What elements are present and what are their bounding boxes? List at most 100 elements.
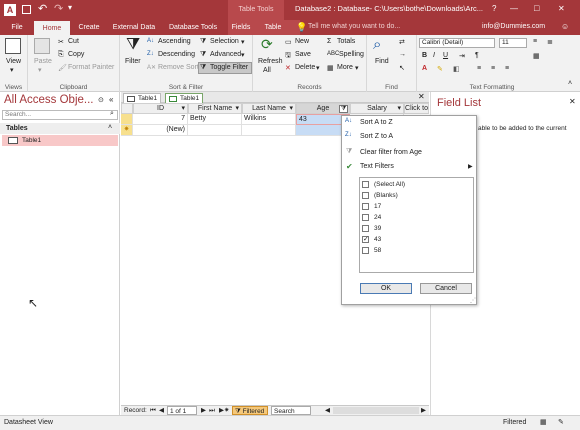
last-record-icon[interactable]: ⏭	[209, 406, 215, 415]
fill-icon[interactable]: ◧	[453, 65, 460, 73]
hscroll-right-icon[interactable]: ▶	[421, 406, 426, 415]
datasheet-view-icon[interactable]: ▦	[540, 416, 547, 430]
filter-checkbox[interactable]	[362, 214, 369, 221]
nav-collapse-icon[interactable]: «	[109, 95, 113, 104]
filter-checkbox[interactable]	[362, 192, 369, 199]
refresh-all-label[interactable]: All	[263, 67, 271, 74]
bold-icon[interactable]: B	[422, 52, 427, 59]
tab-database-tools[interactable]: Database Tools	[162, 20, 224, 35]
prev-record-icon[interactable]: ◀	[159, 406, 164, 415]
hscroll-left-icon[interactable]: ◀	[325, 406, 330, 415]
filter-cancel-button[interactable]: Cancel	[420, 283, 472, 294]
view-button[interactable]: View	[6, 58, 21, 65]
nav-section-tables[interactable]: Tables	[0, 123, 120, 134]
align-right-icon[interactable]: ≡	[505, 65, 509, 72]
delete-button[interactable]: Delete	[295, 64, 315, 71]
spelling-button[interactable]: Spelling	[339, 51, 364, 58]
numbering-icon[interactable]: ≣	[547, 38, 553, 46]
minimize-button[interactable]: —	[510, 4, 518, 13]
resize-grip-icon[interactable]: ⋰	[470, 297, 476, 304]
paste-dropdown-icon[interactable]: ▾	[38, 66, 42, 74]
font-size-select[interactable]: 11	[499, 38, 527, 48]
gridlines-icon[interactable]: ▦	[533, 52, 540, 60]
copy-button[interactable]: Copy	[68, 51, 84, 58]
toggle-filter-button[interactable]: Toggle Filter	[210, 64, 248, 71]
close-field-list-icon[interactable]: ✕	[569, 97, 576, 106]
close-doc-icon[interactable]: ✕	[418, 92, 425, 101]
section-collapse-icon[interactable]: ˄	[108, 124, 112, 131]
filter-value-item[interactable]: ✓ 43	[362, 236, 462, 245]
doc-tab-table1-a[interactable]: Table1	[123, 93, 162, 103]
column-header-click-to-add[interactable]: Click to	[404, 103, 429, 114]
ascending-button[interactable]: Ascending	[158, 38, 191, 45]
sort-a-to-z-item[interactable]: Sort A to Z	[360, 119, 393, 126]
cell-new[interactable]: (New)	[133, 125, 188, 136]
indent-icon[interactable]: ⇥	[459, 52, 465, 60]
save-icon[interactable]	[22, 5, 31, 14]
selection-button[interactable]: Selection	[210, 38, 239, 45]
next-record-icon[interactable]: ▶	[201, 406, 206, 415]
delete-dropdown-icon[interactable]: ▾	[316, 64, 320, 72]
filter-value-item[interactable]: 39	[362, 225, 462, 234]
italic-icon[interactable]: I	[433, 52, 435, 59]
sort-dropdown-icon[interactable]: ▾	[289, 104, 293, 114]
tab-file[interactable]: File	[2, 20, 32, 35]
align-left-icon[interactable]: ≡	[477, 65, 481, 72]
filter-checkbox[interactable]	[362, 181, 369, 188]
replace-icon[interactable]: ⇄	[399, 38, 405, 46]
column-header-salary[interactable]: Salary ▾	[350, 103, 404, 114]
sort-dropdown-icon[interactable]: ▾	[181, 104, 185, 114]
bullets-icon[interactable]: ≡	[533, 38, 537, 45]
highlight-icon[interactable]: ✎	[437, 65, 443, 73]
tab-table[interactable]: Table	[258, 20, 288, 35]
doc-tab-table1-b[interactable]: Table1	[165, 93, 204, 103]
rtl-icon[interactable]: ¶	[475, 52, 479, 59]
goto-icon[interactable]: →	[399, 51, 406, 58]
remove-sort-button[interactable]: Remove Sort	[158, 64, 199, 71]
selection-dropdown-icon[interactable]: ▾	[241, 38, 245, 46]
tab-home[interactable]: Home	[34, 21, 70, 35]
format-painter-button[interactable]: Format Painter	[68, 64, 114, 71]
underline-icon[interactable]: U	[443, 52, 448, 59]
filter-checkbox[interactable]	[362, 247, 369, 254]
column-header-last-name[interactable]: Last Name ▾	[242, 103, 296, 114]
filtered-indicator[interactable]: ⧩ Filtered	[232, 406, 268, 415]
text-filters-item[interactable]: Text Filters	[360, 163, 394, 170]
cut-button[interactable]: Cut	[68, 38, 79, 45]
first-record-icon[interactable]: ⏮	[150, 406, 156, 415]
nav-search-input[interactable]: Search...	[2, 110, 118, 120]
more-button[interactable]: More	[337, 64, 353, 71]
sort-z-to-a-item[interactable]: Sort Z to A	[360, 133, 393, 140]
nav-item-table1[interactable]: Table1	[2, 135, 118, 146]
filter-value-item[interactable]: (Blanks)	[362, 192, 462, 201]
row-selector-header[interactable]	[121, 103, 133, 114]
help-button[interactable]: ?	[492, 4, 496, 13]
filter-value-item[interactable]: 24	[362, 214, 462, 223]
column-header-age[interactable]: Age ⧩	[296, 103, 350, 114]
smiley-icon[interactable]: ☺	[561, 22, 569, 31]
descending-button[interactable]: Descending	[158, 51, 195, 58]
row-selector[interactable]	[121, 114, 133, 125]
undo-icon[interactable]: ↶	[38, 2, 47, 15]
view-dropdown-icon[interactable]: ▾	[10, 66, 14, 74]
close-window-button[interactable]: ✕	[558, 4, 565, 13]
filter-checkbox-checked[interactable]: ✓	[362, 236, 369, 243]
find-button[interactable]: Find	[375, 58, 389, 65]
filter-checkbox[interactable]	[362, 203, 369, 210]
cell-first-name[interactable]: Betty	[188, 114, 242, 125]
design-view-icon[interactable]: ✎	[558, 416, 564, 430]
column-header-first-name[interactable]: First Name ▾	[188, 103, 242, 114]
paste-button[interactable]: Paste	[34, 58, 52, 65]
totals-button[interactable]: Totals	[337, 38, 355, 45]
clear-filter-item[interactable]: Clear filter from Age	[360, 149, 422, 156]
tab-external-data[interactable]: External Data	[108, 20, 160, 35]
new-record-button[interactable]: New	[295, 38, 309, 45]
tell-me-box[interactable]: Tell me what you want to do...	[308, 23, 400, 30]
font-color-icon[interactable]: A	[422, 65, 427, 72]
filter-value-item[interactable]: 58	[362, 247, 462, 256]
filter-value-item[interactable]: (Select All)	[362, 181, 462, 190]
save-record-button[interactable]: Save	[295, 51, 311, 58]
advanced-button[interactable]: Advanced	[210, 51, 241, 58]
filter-value-item[interactable]: 17	[362, 203, 462, 212]
select-icon[interactable]: ↖	[399, 64, 405, 72]
